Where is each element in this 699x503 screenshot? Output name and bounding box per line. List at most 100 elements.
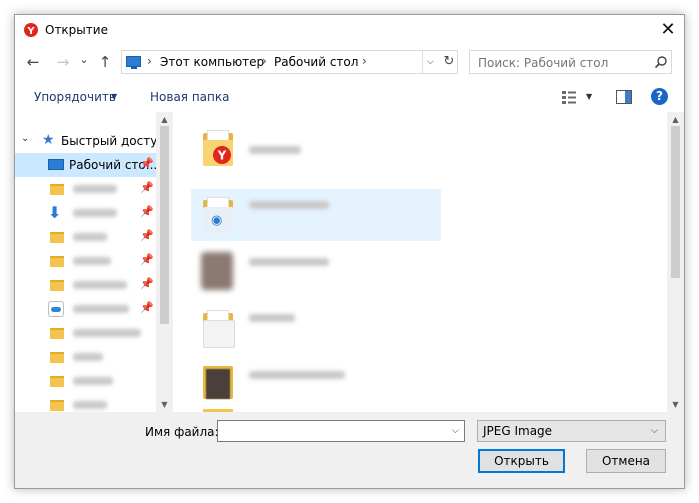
sidebar-item-quick-access[interactable]: ⌄ ★ Быстрый доступ (15, 129, 165, 153)
chevron-down-icon[interactable]: ⌵ (427, 57, 434, 67)
window-title: Открытие (45, 23, 108, 37)
blurred-label (73, 329, 141, 337)
close-button[interactable]: ✕ (655, 17, 681, 43)
folder-icon (50, 280, 64, 291)
sidebar-item[interactable]: 📌 (15, 225, 157, 249)
back-arrow-icon: ← (26, 53, 40, 71)
sidebar-item[interactable]: 📌 (15, 273, 157, 297)
chevron-down-icon[interactable]: ▼ (111, 92, 117, 101)
blurred-label (249, 201, 329, 209)
file-list-scrollbar[interactable]: ▲ ▼ (667, 112, 684, 412)
scroll-down-icon[interactable]: ▼ (667, 400, 684, 409)
scroll-up-icon[interactable]: ▲ (156, 115, 173, 124)
list-item[interactable] (191, 357, 441, 409)
breadcrumb-separator: › (147, 54, 152, 68)
folder-icon (50, 352, 64, 363)
scrollbar-thumb[interactable] (160, 126, 169, 324)
up-arrow-icon: ↑ (98, 53, 112, 71)
svg-text:Y: Y (217, 149, 227, 163)
computer-icon-stand (131, 67, 137, 69)
file-selection-footer: Имя файла: ⌵ JPEG Image ⌵ Открыть Отмена (15, 412, 684, 488)
search-box[interactable] (469, 50, 672, 74)
breadcrumb-this-pc[interactable]: Этот компьютер (160, 55, 264, 69)
recent-locations-button[interactable]: ⌄ (77, 49, 91, 71)
yandex-browser-icon: Y (24, 23, 38, 37)
chevron-down-icon[interactable]: ⌵ (452, 426, 459, 436)
blurred-label (73, 257, 111, 265)
organize-button[interactable]: Упорядочить (34, 90, 116, 104)
sidebar-item[interactable] (15, 393, 157, 412)
sidebar-item[interactable]: 📌 (15, 177, 157, 201)
list-item[interactable] (191, 302, 441, 354)
folder-icon: Y (203, 130, 233, 166)
help-icon[interactable]: ? (651, 88, 668, 105)
sidebar-item[interactable] (15, 345, 157, 369)
chevron-down-icon[interactable]: ⌄ (21, 133, 29, 144)
sidebar-item-desktop[interactable]: Рабочий сто... 📌 (15, 153, 157, 177)
list-item[interactable]: Y (191, 122, 441, 174)
list-item[interactable] (191, 242, 441, 294)
folder-icon (50, 328, 64, 339)
blurred-label (73, 377, 113, 385)
up-button[interactable]: ↑ (95, 51, 115, 73)
pin-icon: 📌 (140, 205, 154, 218)
sidebar-item[interactable] (15, 369, 157, 393)
pin-icon: 📌 (140, 277, 154, 290)
star-icon: ★ (42, 132, 55, 148)
sidebar-scrollbar[interactable]: ▲ ▼ (156, 112, 173, 412)
folder-icon (50, 256, 64, 267)
divider (422, 51, 423, 73)
blurred-label (73, 185, 117, 193)
open-button[interactable]: Открыть (478, 449, 565, 473)
pin-icon: 📌 (140, 253, 154, 266)
cancel-button[interactable]: Отмена (586, 449, 666, 473)
refresh-icon[interactable]: ↻ (442, 54, 456, 70)
blurred-label (249, 258, 329, 266)
scroll-up-icon[interactable]: ▲ (667, 115, 684, 124)
breadcrumb-separator: › (262, 54, 267, 68)
sidebar-item[interactable] (15, 321, 157, 345)
forward-button[interactable]: → (53, 51, 73, 73)
blurred-label (73, 305, 129, 313)
filename-label: Имя файла: (145, 425, 219, 439)
new-folder-button[interactable]: Новая папка (150, 90, 229, 104)
folder-icon (50, 400, 64, 411)
scroll-down-icon[interactable]: ▼ (156, 400, 173, 409)
search-input[interactable] (478, 56, 648, 70)
sidebar-item[interactable]: ⬇ 📌 (15, 201, 157, 225)
sidebar-item[interactable]: 📌 (15, 297, 157, 321)
forward-arrow-icon: → (56, 53, 70, 71)
filename-input[interactable]: ⌵ (217, 420, 465, 442)
command-bar: Упорядочить ▼ Новая папка ▼ ? (15, 82, 684, 112)
blurred-label (73, 353, 103, 361)
pin-icon: 📌 (140, 157, 154, 170)
folder-icon (50, 184, 64, 195)
sidebar-item-label: Быстрый доступ (61, 134, 166, 148)
breadcrumb-desktop[interactable]: Рабочий стол (274, 55, 358, 69)
back-button[interactable]: ← (23, 51, 43, 73)
pin-icon: 📌 (140, 229, 154, 242)
blurred-label (73, 401, 107, 409)
sidebar-item[interactable]: 📌 (15, 249, 157, 273)
folder-icon (203, 310, 235, 348)
blurred-label (249, 314, 295, 322)
filetype-value: JPEG Image (483, 424, 553, 438)
view-options-icon[interactable] (561, 90, 577, 105)
computer-icon (126, 56, 141, 67)
search-icon[interactable] (654, 55, 668, 69)
blurred-label (73, 209, 117, 217)
title-bar[interactable]: Y Открытие ✕ (15, 15, 684, 45)
list-item[interactable]: ◉ (191, 189, 441, 241)
blurred-label (73, 281, 127, 289)
chevron-down-icon: ⌵ (651, 426, 658, 436)
folder-icon (203, 363, 233, 399)
desktop-icon (48, 159, 64, 170)
filetype-select[interactable]: JPEG Image ⌵ (477, 420, 666, 442)
pin-icon: 📌 (140, 181, 154, 194)
image-thumbnail (201, 252, 233, 290)
blurred-label (249, 146, 301, 154)
address-bar[interactable]: › Этот компьютер › Рабочий стол › ⌵ ↻ (121, 50, 458, 74)
chevron-down-icon[interactable]: ▼ (586, 92, 592, 101)
preview-pane-icon[interactable] (616, 90, 632, 104)
scrollbar-thumb[interactable] (671, 126, 680, 278)
